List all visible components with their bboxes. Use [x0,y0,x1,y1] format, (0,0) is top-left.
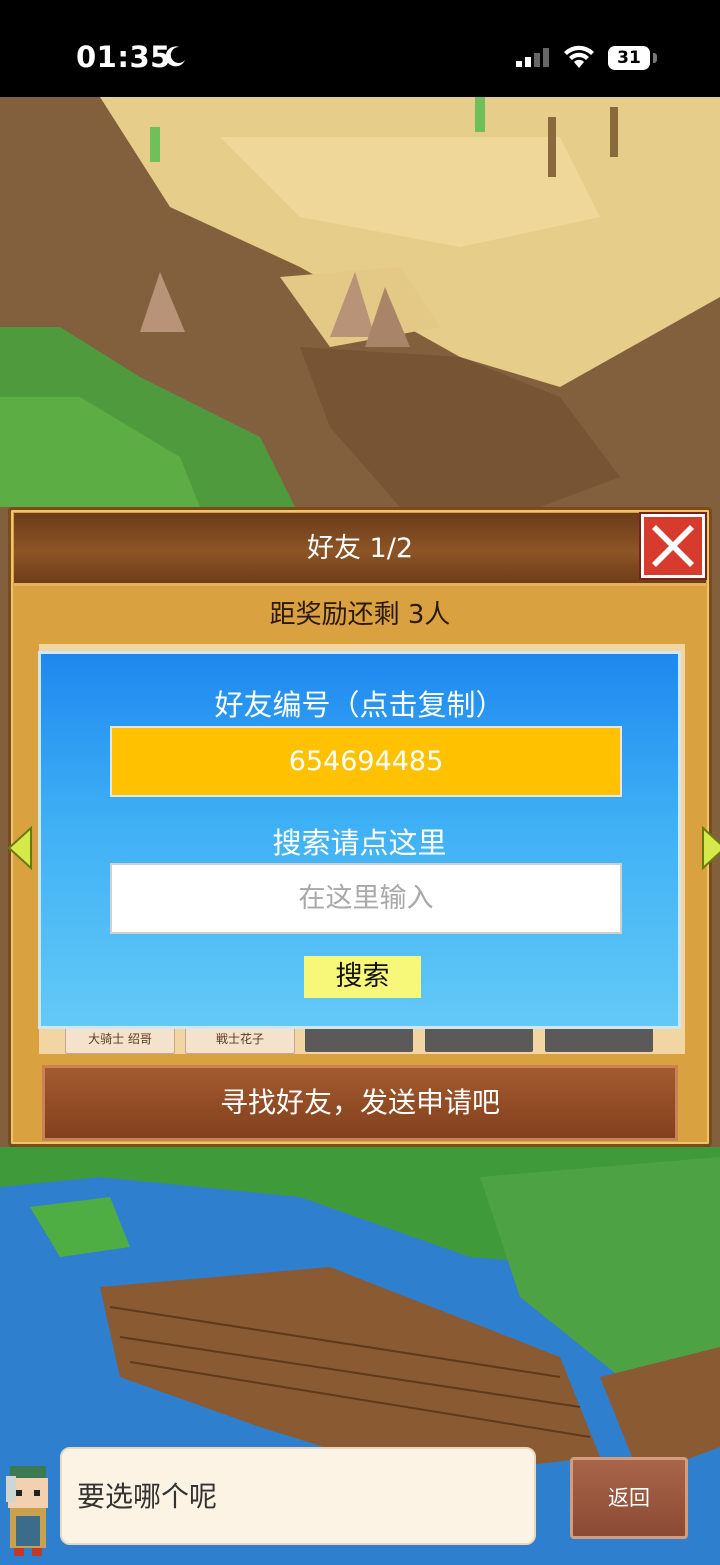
avatar-icon [6,1466,48,1556]
wifi-icon [564,45,594,68]
right-arrow-icon[interactable] [701,826,720,870]
dialog-title: 好友 1/2 [14,513,706,586]
friend-slot-name: 戦士花子 [215,1032,264,1046]
reward-remaining-text: 距奖励还剩 3人 [269,600,451,630]
search-label: 搜索请点这里 [272,826,447,860]
moon-icon [165,46,185,67]
close-icon [652,525,694,567]
left-arrow-icon[interactable] [7,826,33,870]
search-input[interactable]: 在这里输入 [110,863,622,934]
battery-tip [653,53,657,63]
signal-icon [516,48,549,67]
search-button[interactable]: 搜索 [304,956,421,998]
close-button[interactable] [641,514,705,578]
battery-icon: 31 [608,46,650,70]
back-button[interactable]: 返回 [570,1457,688,1539]
speech-bubble: 要选哪个呢 [60,1447,536,1545]
friend-id-copy-box[interactable]: 654694485 [110,726,622,797]
status-time: 01:35 [76,40,171,74]
friend-code-title[interactable]: 好友编号（点击复制） [41,682,678,724]
friend-code-panel: 好友编号（点击复制） 654694485 搜索请点这里 在这里输入 搜索 [38,651,681,1029]
status-bar: 01:35 31 [0,0,720,97]
friend-slot-name: 大骑士 绍哥 [88,1032,152,1046]
find-friends-button[interactable]: 寻找好友，发送申请吧 [42,1065,678,1141]
